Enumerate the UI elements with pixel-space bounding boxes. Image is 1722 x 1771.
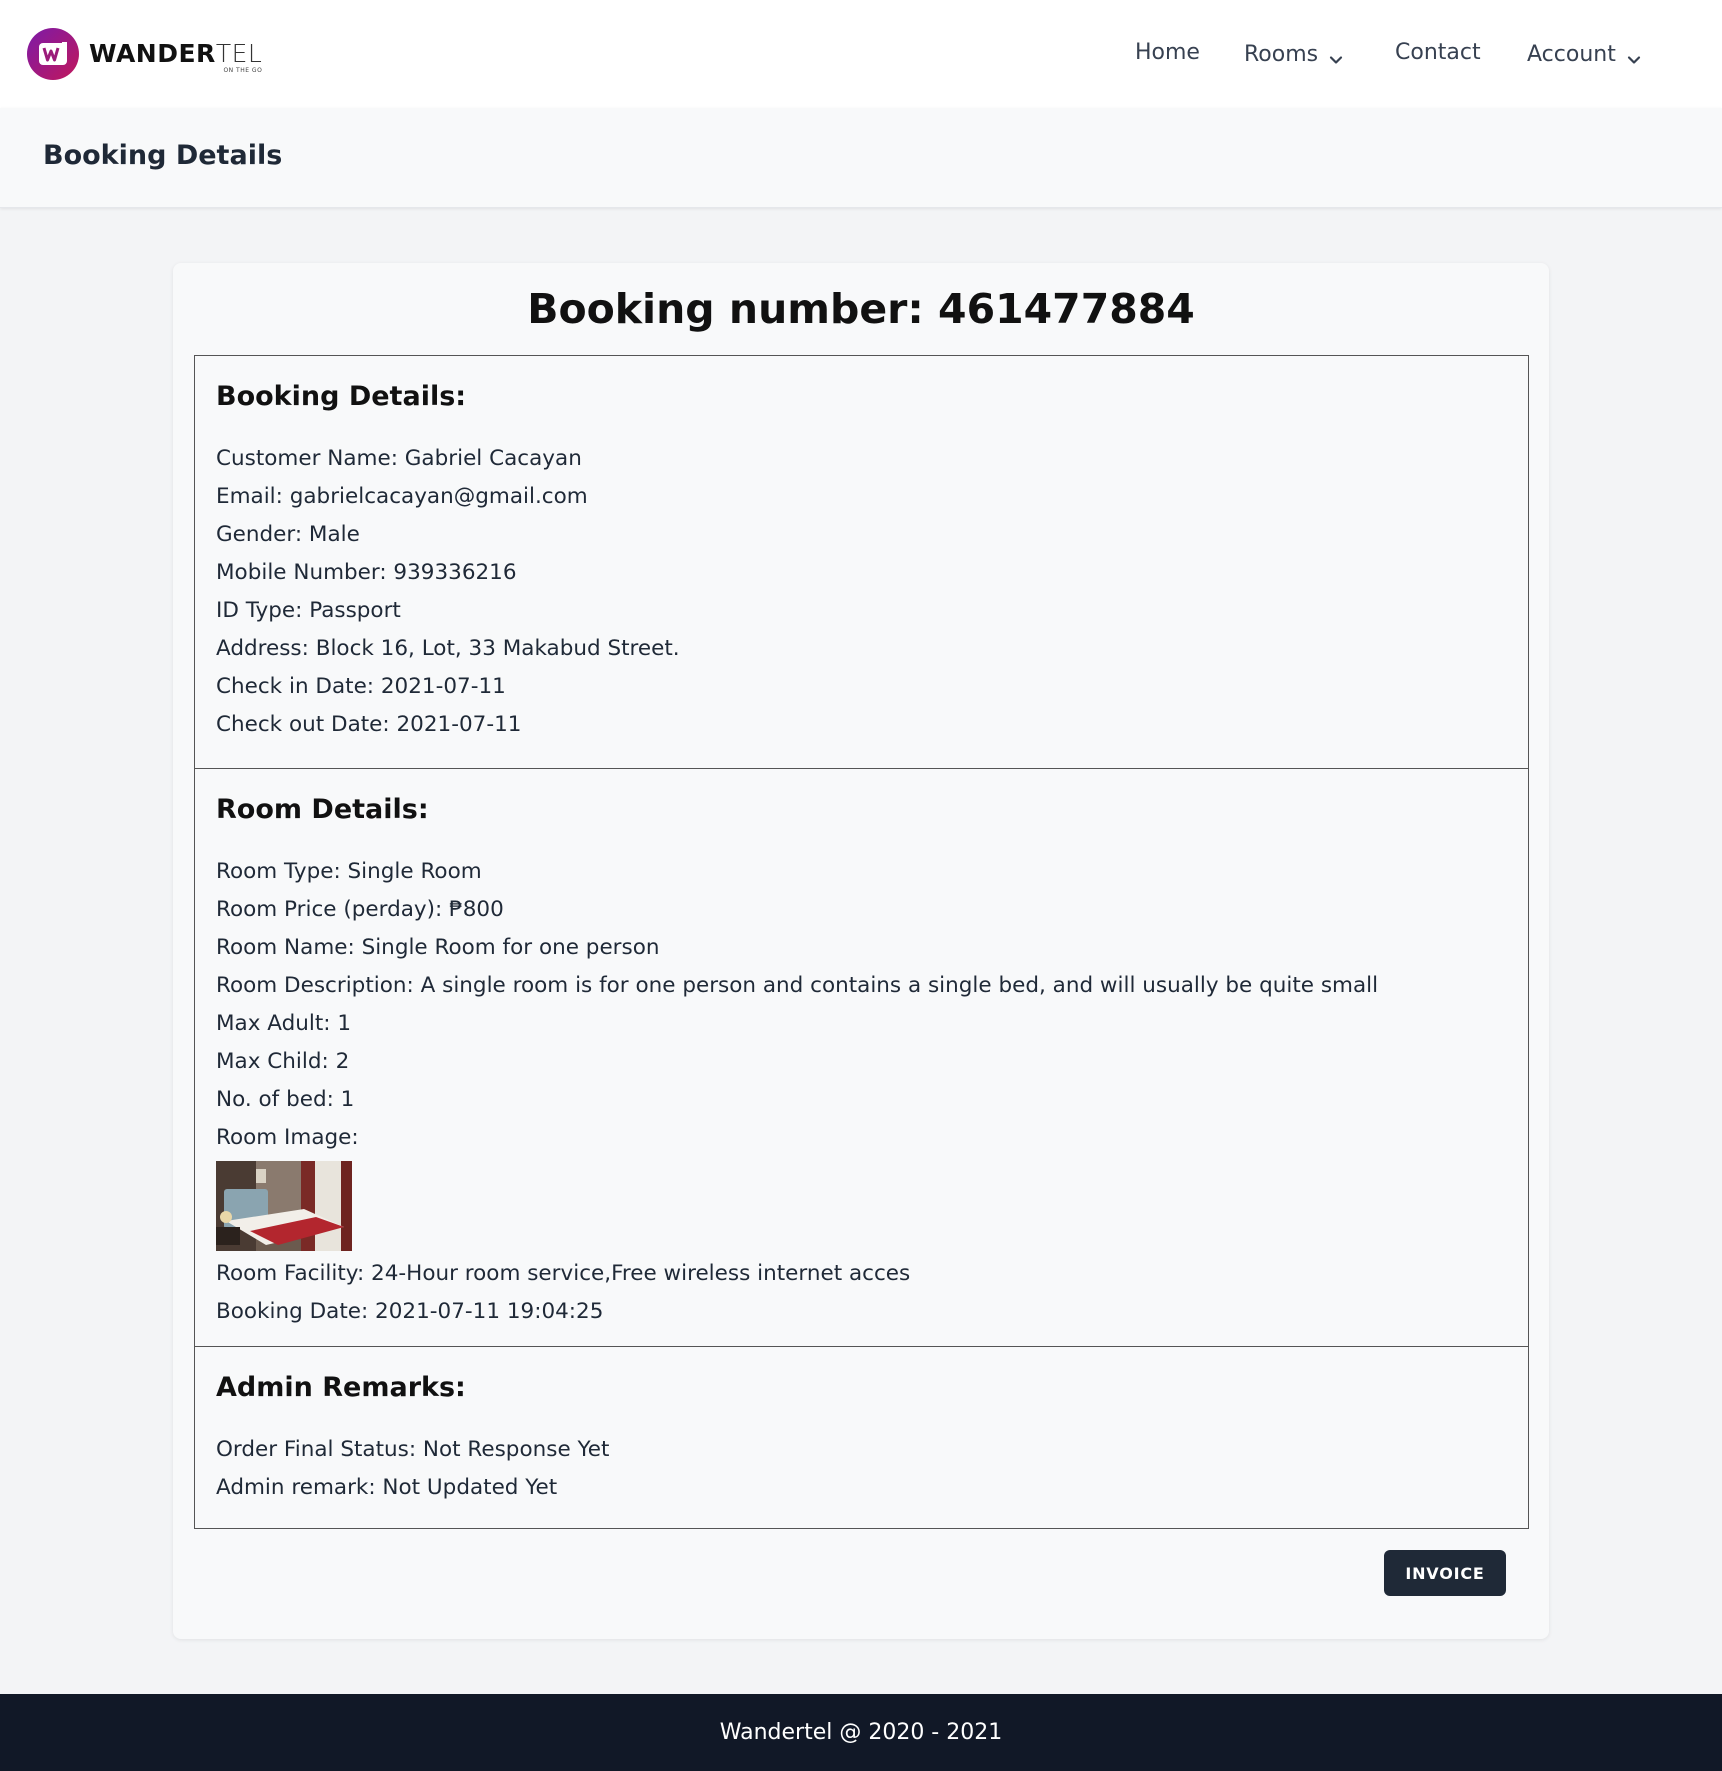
admin-remarks-heading: Admin Remarks:: [216, 1372, 466, 1403]
navbar: WANDERTEL ON THE GO Home Rooms Contact A…: [0, 0, 1722, 108]
nav-rooms-dropdown[interactable]: Rooms: [1244, 40, 1344, 70]
customer-gender: Gender: Male: [216, 522, 360, 547]
nav-contact-label: Contact: [1395, 40, 1481, 65]
admin-remarks-section: Admin Remarks: Order Final Status: Not R…: [195, 1346, 1528, 1528]
booking-details-box: Booking Details: Customer Name: Gabriel …: [194, 355, 1529, 1529]
customer-name: Customer Name: Gabriel Cacayan: [216, 446, 582, 471]
invoice-button[interactable]: INVOICE: [1384, 1550, 1506, 1596]
page-header: Booking Details: [0, 108, 1722, 208]
footer-copyright: Wandertel @ 2020 - 2021: [719, 1720, 1003, 1745]
room-image-label: Room Image:: [216, 1125, 359, 1150]
booking-card: Booking number: 461477884 Booking Detail…: [173, 263, 1549, 1639]
room-description: Room Description: A single room is for o…: [216, 973, 1379, 998]
room-max-adult: Max Adult: 1: [216, 1011, 352, 1036]
footer: Wandertel @ 2020 - 2021: [0, 1694, 1722, 1771]
booking-date: Booking Date: 2021-07-11 19:04:25: [216, 1299, 604, 1324]
customer-address: Address: Block 16, Lot, 33 Makabud Stree…: [216, 636, 680, 661]
room-max-child: Max Child: 2: [216, 1049, 350, 1074]
nav-account-label: Account: [1527, 42, 1616, 67]
room-facility: Room Facility: 24-Hour room service,Free…: [216, 1261, 911, 1286]
admin-remark: Admin remark: Not Updated Yet: [216, 1475, 558, 1500]
room-details-section: Room Details: Room Type: Single Room Roo…: [195, 768, 1528, 1346]
room-beds: No. of bed: 1: [216, 1087, 355, 1112]
chevron-down-icon: [1626, 47, 1642, 64]
room-type: Room Type: Single Room: [216, 859, 482, 884]
check-in-date: Check in Date: 2021-07-11: [216, 674, 506, 699]
customer-mobile: Mobile Number: 939336216: [216, 560, 517, 585]
nav-rooms-label: Rooms: [1244, 42, 1319, 67]
nav-home-link[interactable]: Home: [1135, 38, 1200, 68]
room-name: Room Name: Single Room for one person: [216, 935, 660, 960]
nav-home-label: Home: [1135, 40, 1200, 65]
order-final-status: Order Final Status: Not Response Yet: [216, 1437, 610, 1462]
booking-details-section: Booking Details: Customer Name: Gabriel …: [195, 356, 1528, 768]
customer-email: Email: gabrielcacayan@gmail.com: [216, 484, 588, 509]
booking-number-title: Booking number: 461477884: [527, 285, 1195, 333]
customer-id-type: ID Type: Passport: [216, 598, 401, 623]
nav-account-dropdown[interactable]: Account: [1527, 40, 1642, 70]
room-details-heading: Room Details:: [216, 794, 429, 825]
booking-details-heading: Booking Details:: [216, 381, 467, 412]
page-title: Booking Details: [43, 140, 283, 171]
room-price: Room Price (perday): ₱800: [216, 897, 504, 922]
nav-contact-link[interactable]: Contact: [1395, 38, 1481, 68]
check-out-date: Check out Date: 2021-07-11: [216, 712, 522, 737]
room-image: [216, 1161, 352, 1251]
main-nav: Home Rooms Contact Account: [0, 38, 1722, 72]
chevron-down-icon: [1328, 47, 1344, 64]
